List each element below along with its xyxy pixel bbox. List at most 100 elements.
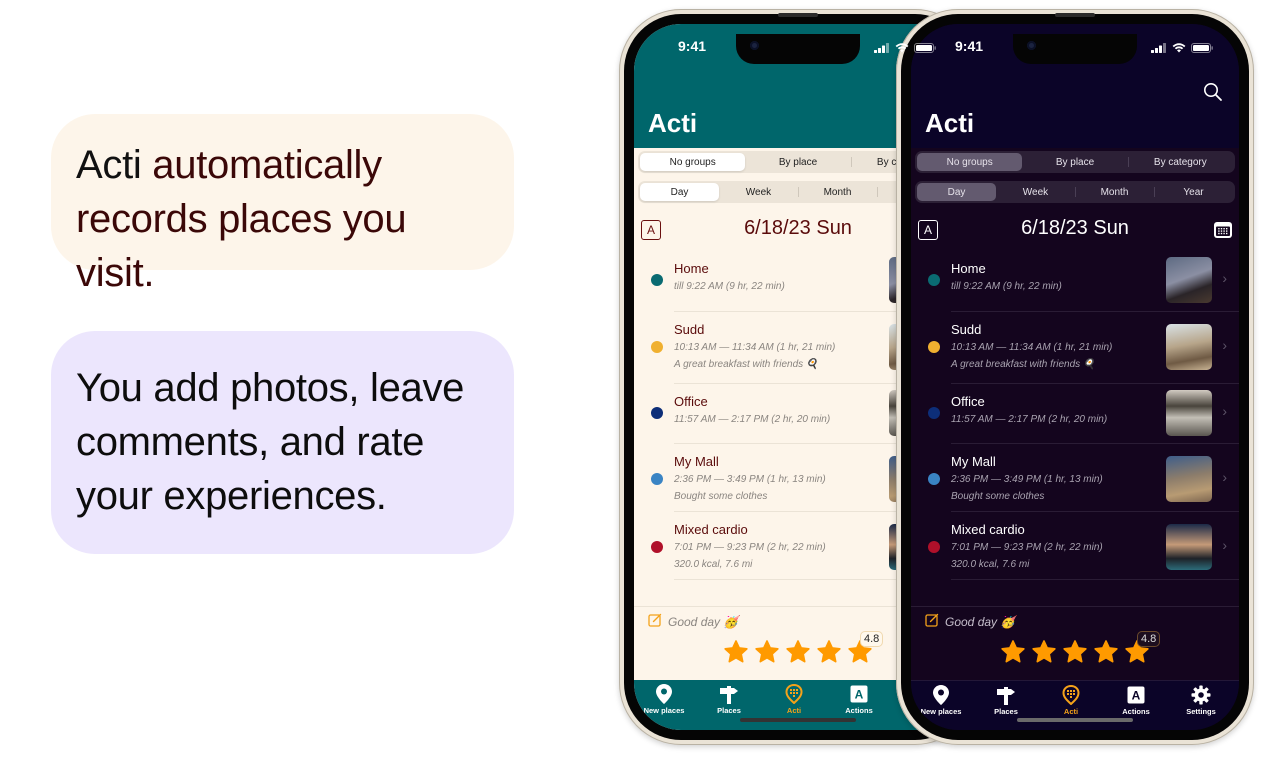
- status-time: 9:41: [955, 38, 984, 54]
- tab-bar: New places Places Acti A Actions Settings: [911, 680, 1239, 730]
- star-icon[interactable]: [754, 639, 780, 670]
- battery-icon: [1191, 40, 1213, 58]
- calendar-button[interactable]: [1213, 220, 1233, 240]
- visit-photo-home[interactable]: [1166, 257, 1212, 303]
- star-icon[interactable]: [1031, 639, 1057, 670]
- phone-bezel: 9:41 Acti No groupsBy placeBy category Day…: [901, 14, 1249, 740]
- star-icon[interactable]: [723, 639, 749, 670]
- app-title: Acti: [925, 108, 975, 138]
- segment-month[interactable]: Month: [1075, 183, 1154, 201]
- visit-row[interactable]: Sudd 10:13 AM — 11:34 AM (1 hr, 21 min) A …: [911, 311, 1239, 383]
- visit-photo-office[interactable]: [1166, 390, 1212, 436]
- segment-by-place[interactable]: By place: [745, 153, 850, 171]
- star-icon[interactable]: [1000, 639, 1026, 670]
- phone-screen: 9:41 Acti No groupsBy placeBy category Day…: [911, 24, 1239, 730]
- star-icon[interactable]: [1062, 639, 1088, 670]
- caption-auto-record: Acti automatically records places you vi…: [51, 114, 514, 295]
- caption-photos-comments: You add photos, leave comments, and rate…: [51, 331, 514, 554]
- row-divider: [951, 511, 1239, 512]
- day-comment-text: Good day 🥳: [945, 614, 1016, 629]
- visit-category-dot: [928, 407, 940, 419]
- tab-label: Places: [717, 706, 741, 715]
- row-divider: [951, 383, 1239, 384]
- tab-places[interactable]: Places: [974, 685, 1038, 716]
- current-date[interactable]: 6/18/23 Sun: [911, 217, 1239, 240]
- edit-note-icon[interactable]: [925, 613, 939, 630]
- visit-row[interactable]: Office11:57 AM — 2:17 PM (2 hr, 20 min)›: [911, 383, 1239, 443]
- tab-settings[interactable]: Settings: [1169, 685, 1233, 716]
- phone-dark-mode: 9:41 Acti No groups By place By category Day…: [896, 9, 1254, 745]
- tab-acti[interactable]: Acti: [1039, 685, 1103, 716]
- search-icon: [1204, 83, 1222, 101]
- visit-category-dot: [928, 473, 940, 485]
- map-pin-icon: [654, 684, 674, 704]
- segment-no-groups[interactable]: No groups: [917, 153, 1023, 171]
- tab-actions[interactable]: A Actions: [1104, 685, 1168, 716]
- status-icons: [1151, 40, 1213, 58]
- cellular-signal-icon: [874, 40, 890, 58]
- search-button[interactable]: [1203, 82, 1223, 102]
- segment-by-category[interactable]: By category: [1127, 153, 1233, 171]
- tab-new-places[interactable]: New places: [634, 684, 696, 715]
- section-divider: [911, 606, 1239, 607]
- chevron-right-icon: ›: [1222, 537, 1227, 553]
- segment-month[interactable]: Month: [798, 183, 877, 201]
- visit-row[interactable]: Mixed cardio 7:01 PM — 9:23 PM (2 hr, 22 …: [911, 511, 1239, 579]
- wifi-icon: [1172, 40, 1186, 58]
- chevron-right-icon: ›: [1222, 270, 1227, 286]
- visit-category-dot: [651, 274, 663, 286]
- star-icon[interactable]: [816, 639, 842, 670]
- wifi-icon: [895, 40, 909, 58]
- map-pin-icon: [931, 685, 951, 705]
- visit-category-dot: [651, 341, 663, 353]
- rating-value-badge: 4.8: [1137, 631, 1161, 647]
- visit-photo-cardio[interactable]: [1166, 524, 1212, 570]
- day-comment-text: Good day 🥳: [668, 614, 739, 629]
- tab-label: Acti: [786, 706, 802, 715]
- segment-week[interactable]: Week: [719, 183, 798, 201]
- tab-actions[interactable]: A Actions: [827, 684, 891, 715]
- chevron-right-icon: ›: [1222, 337, 1227, 353]
- segment-week[interactable]: Week: [996, 183, 1075, 201]
- row-divider: [951, 311, 1239, 312]
- day-comment[interactable]: Good day 🥳: [925, 613, 1015, 630]
- rating-value-badge: 4.8: [860, 631, 884, 647]
- camera-notch: [1013, 34, 1137, 64]
- home-indicator[interactable]: [1017, 718, 1133, 722]
- grouping-segmented-control: No groupsBy placeBy category: [915, 151, 1235, 173]
- tab-label: Places: [994, 707, 1018, 716]
- segment-year[interactable]: Year: [1154, 183, 1233, 201]
- visit-category-dot: [651, 541, 663, 553]
- caption-1-lead: Acti: [76, 143, 153, 187]
- visit-row[interactable]: Hometill 9:22 AM (9 hr, 22 min)›: [911, 250, 1239, 311]
- status-time: 9:41: [678, 38, 707, 54]
- actions-a-icon: A: [1126, 685, 1146, 705]
- edit-note-icon[interactable]: [648, 613, 662, 630]
- star-icon[interactable]: [785, 639, 811, 670]
- tab-acti[interactable]: Acti: [762, 684, 826, 715]
- visit-photo-mall[interactable]: [1166, 456, 1212, 502]
- visit-category-dot: [651, 407, 663, 419]
- signpost-icon: [719, 684, 739, 704]
- tab-new-places[interactable]: New places: [911, 685, 973, 716]
- visit-category-dot: [928, 274, 940, 286]
- tab-label: New places: [920, 707, 962, 716]
- tab-places[interactable]: Places: [697, 684, 761, 715]
- day-comment[interactable]: Good day 🥳: [648, 613, 738, 630]
- home-indicator[interactable]: [740, 718, 856, 722]
- visit-category-dot: [651, 473, 663, 485]
- star-rating[interactable]: [911, 639, 1239, 670]
- segment-no-groups[interactable]: No groups: [640, 153, 746, 171]
- segment-day[interactable]: Day: [917, 183, 996, 201]
- visit-row[interactable]: My Mall 2:36 PM — 3:49 PM (1 hr, 13 min) B…: [911, 443, 1239, 511]
- star-icon[interactable]: [1093, 639, 1119, 670]
- row-divider: [951, 443, 1239, 444]
- app-title: Acti: [648, 108, 698, 138]
- visit-photo-sudd[interactable]: [1166, 324, 1212, 370]
- segment-by-place[interactable]: By place: [1022, 153, 1127, 171]
- chevron-right-icon: ›: [1222, 469, 1227, 485]
- tab-label: Actions: [845, 706, 873, 715]
- range-segmented-control: DayWeekMonthYear: [915, 181, 1235, 203]
- segment-day[interactable]: Day: [640, 183, 719, 201]
- tab-label: Actions: [1122, 707, 1150, 716]
